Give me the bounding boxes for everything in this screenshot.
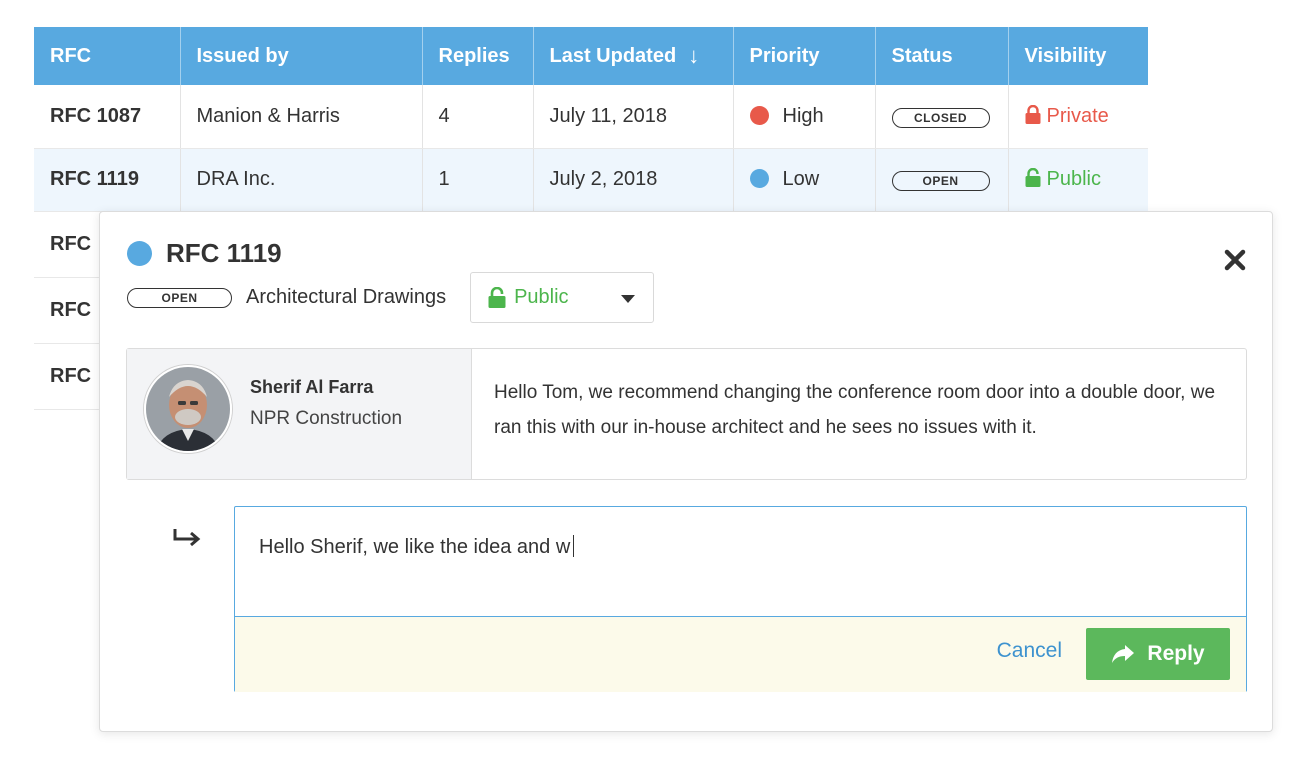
- avatar: [144, 365, 232, 453]
- message-author-panel: Sherif Al Farra NPR Construction: [127, 349, 472, 479]
- status-badge: OPEN: [127, 287, 232, 308]
- reply-input-text: Hello Sherif, we like the idea and w: [259, 536, 571, 558]
- column-header-rfc[interactable]: RFC: [34, 27, 181, 85]
- reply-button-label: Reply: [1147, 642, 1205, 665]
- caret-down-icon: [621, 295, 636, 303]
- column-header-replies[interactable]: Replies: [422, 27, 534, 85]
- share-arrow-icon: [1112, 645, 1135, 663]
- detail-meta-row: OPEN Architectural Drawings Public: [127, 272, 655, 323]
- author-company: NPR Construction: [250, 408, 403, 429]
- column-header-issued-by[interactable]: Issued by: [180, 27, 423, 85]
- visibility-label: Public: [1046, 168, 1101, 190]
- table-row[interactable]: RFC 1087 Manion & Harris 4 July 11, 2018…: [34, 85, 1148, 149]
- replies-cell: 4: [422, 85, 534, 149]
- rfc-detail-popup: RFC 1119 OPEN Architectural Drawings Pub…: [99, 211, 1273, 732]
- visibility-cell: Private: [1008, 85, 1148, 149]
- status-cell: CLOSED: [875, 85, 1009, 149]
- column-header-status[interactable]: Status: [875, 27, 1009, 85]
- text-cursor: [573, 535, 575, 557]
- status-badge: OPEN: [891, 171, 990, 191]
- status-badge: CLOSED: [891, 107, 990, 128]
- column-header-last-updated-label: Last Updated: [549, 45, 677, 67]
- visibility-dropdown-value: Public: [514, 286, 569, 308]
- detail-title: RFC 1119: [166, 238, 282, 268]
- rfc-id-cell: RFC 1087: [34, 85, 181, 149]
- visibility-label: Private: [1046, 104, 1109, 127]
- lock-open-icon: [1025, 167, 1040, 187]
- priority-label: High: [782, 104, 824, 127]
- arrow-down-icon: ↓: [688, 43, 700, 68]
- priority-label: Low: [782, 168, 820, 190]
- message-body: Hello Tom, we recommend changing the con…: [494, 382, 1216, 438]
- priority-cell: Low: [733, 148, 876, 212]
- close-icon[interactable]: [1222, 247, 1248, 273]
- reply-button[interactable]: Reply: [1086, 628, 1230, 680]
- reply-composer: Hello Sherif, we like the idea and w Can…: [234, 506, 1247, 692]
- replies-cell: 1: [422, 148, 534, 212]
- visibility-cell: Public: [1008, 148, 1148, 212]
- author-name: Sherif Al Farra: [250, 377, 374, 397]
- visibility-dropdown[interactable]: Public: [470, 272, 655, 323]
- priority-high-dot: [749, 105, 769, 125]
- lock-closed-icon: [1025, 104, 1040, 124]
- reply-arrow-icon: [172, 528, 202, 548]
- priority-low-dot: [749, 169, 769, 188]
- author-info: Sherif Al Farra NPR Construction: [250, 377, 402, 430]
- status-cell: OPEN: [875, 148, 1009, 212]
- reply-footer: Cancel Reply: [235, 616, 1246, 692]
- column-header-priority[interactable]: Priority: [733, 27, 876, 85]
- priority-cell: High: [733, 85, 876, 149]
- rfc-id-cell: RFC 1119: [34, 148, 181, 212]
- column-header-last-updated[interactable]: Last Updated ↓: [533, 27, 734, 85]
- issued-by-cell: DRA Inc.: [180, 148, 423, 212]
- reply-input[interactable]: Hello Sherif, we like the idea and w: [235, 507, 1246, 617]
- table-header-row: RFC Issued by Replies Last Updated ↓ Prio…: [34, 27, 1148, 85]
- table-row-selected[interactable]: RFC 1119 DRA Inc. 1 July 2, 2018 Low OPE…: [34, 148, 1148, 212]
- category-label: Architectural Drawings: [246, 286, 447, 308]
- last-updated-cell: July 2, 2018: [533, 148, 734, 212]
- message-thread-item: Sherif Al Farra NPR Construction Hello T…: [126, 348, 1247, 480]
- priority-low-dot: [127, 241, 152, 266]
- last-updated-cell: July 11, 2018: [533, 85, 734, 149]
- column-header-visibility[interactable]: Visibility: [1008, 27, 1148, 85]
- lock-open-icon: [488, 287, 506, 308]
- detail-title-row: RFC 1119: [127, 238, 282, 269]
- cancel-button[interactable]: Cancel: [997, 639, 1062, 663]
- issued-by-cell: Manion & Harris: [180, 85, 423, 149]
